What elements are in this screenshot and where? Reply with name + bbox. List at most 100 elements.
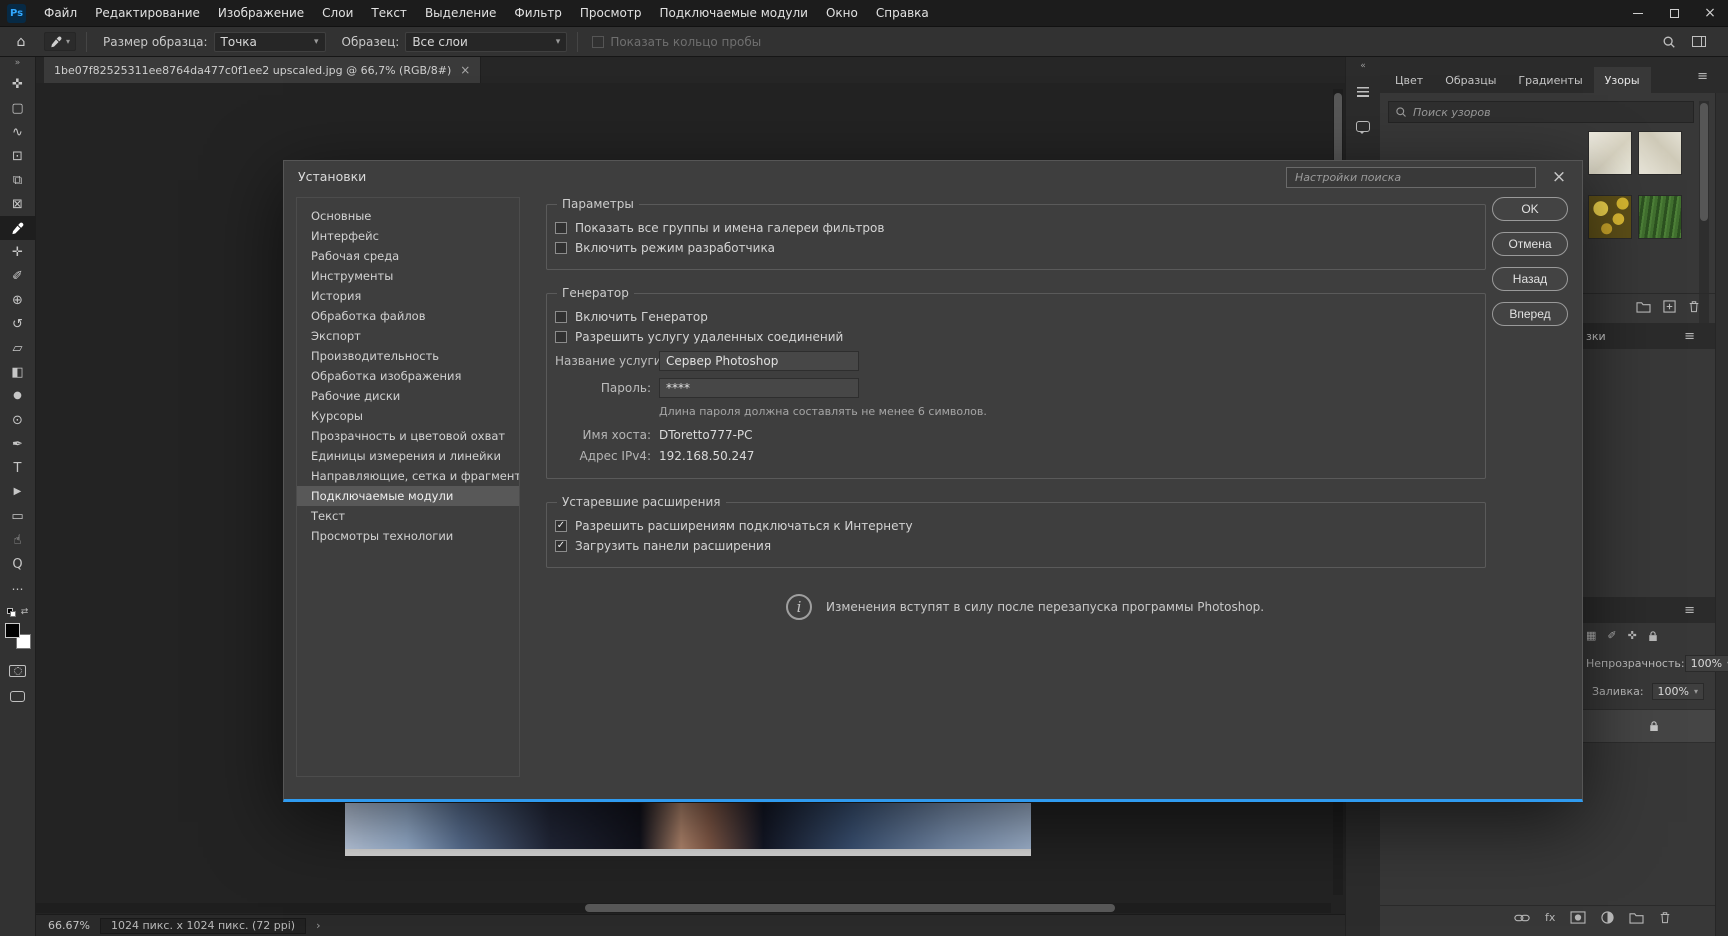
layer-mask-icon[interactable] [1570, 911, 1586, 924]
search-icon[interactable] [1662, 35, 1676, 49]
pref-item-technology-previews[interactable]: Просмотры технологии [297, 526, 519, 546]
minimize-button[interactable] [1620, 0, 1656, 27]
tab-patterns[interactable]: Узоры [1593, 67, 1651, 93]
brush-tool[interactable]: ✐ [0, 264, 36, 288]
clone-stamp-tool[interactable]: ⊕ [0, 288, 36, 312]
canvas-image-bottom[interactable] [345, 849, 1031, 856]
color-swatches[interactable] [4, 623, 31, 649]
crop-tool[interactable]: ⧉ [0, 168, 36, 192]
load-extension-panels-checkbox[interactable]: ✓ [555, 540, 567, 552]
developer-mode-checkbox[interactable] [555, 242, 567, 254]
enable-remote-connections-checkbox[interactable] [555, 331, 567, 343]
zoom-level[interactable]: 66.67% [48, 919, 90, 932]
pref-item-history[interactable]: История [297, 286, 519, 306]
menu-window[interactable]: Окно [817, 0, 867, 27]
panel-menu-icon[interactable]: ≡ [1697, 69, 1708, 84]
quick-mask-icon[interactable] [9, 665, 26, 677]
comments-panel-button[interactable] [1350, 113, 1376, 139]
sample-layers-dropdown[interactable]: Все слои ▾ [405, 31, 568, 52]
ok-button[interactable]: OK [1492, 197, 1568, 221]
lasso-tool[interactable]: ∿ [0, 120, 36, 144]
canvas-image[interactable] [345, 803, 1031, 849]
pref-item-workspace[interactable]: Рабочая среда [297, 246, 519, 266]
document-tab[interactable]: 1be07f82525311ee8764da477c0f1ee2 upscale… [44, 57, 482, 83]
fill-value-dropdown[interactable]: 100% ▾ [1651, 683, 1704, 700]
opacity-value-dropdown[interactable]: 100% ▾ [1684, 655, 1728, 672]
pref-item-type[interactable]: Текст [297, 506, 519, 526]
pref-item-cursors[interactable]: Курсоры [297, 406, 519, 426]
menu-help[interactable]: Справка [867, 0, 938, 27]
new-pattern-icon[interactable] [1663, 300, 1676, 313]
lock-move-icon[interactable]: ✜ [1628, 629, 1637, 642]
maximize-button[interactable] [1656, 0, 1692, 27]
layer-effects-icon[interactable]: fx [1545, 911, 1555, 924]
pen-tool[interactable]: ✒ [0, 432, 36, 456]
menu-plugins[interactable]: Подключаемые модули [650, 0, 817, 27]
menu-image[interactable]: Изображение [209, 0, 313, 27]
pref-item-general[interactable]: Основные [297, 206, 519, 226]
marquee-tool[interactable]: ▢ [0, 96, 36, 120]
patterns-scrollbar-thumb[interactable] [1700, 103, 1708, 221]
close-tab-icon[interactable]: × [460, 63, 470, 77]
menu-file[interactable]: Файл [35, 0, 86, 27]
lock-all-icon[interactable] [1648, 630, 1658, 642]
preferences-search-input[interactable] [1286, 167, 1536, 188]
close-window-button[interactable]: × [1692, 0, 1728, 27]
new-group-icon[interactable] [1629, 911, 1644, 924]
menu-layers[interactable]: Слои [313, 0, 362, 27]
path-selection-tool[interactable]: ▶ [0, 480, 36, 504]
pref-item-scratch-disks[interactable]: Рабочие диски [297, 386, 519, 406]
new-group-folder-icon[interactable] [1636, 300, 1651, 313]
properties-panel-button[interactable] [1350, 79, 1376, 105]
horizontal-scrollbar-thumb[interactable] [585, 904, 1115, 912]
menu-view[interactable]: Просмотр [571, 0, 651, 27]
service-name-input[interactable] [659, 351, 859, 371]
pattern-thumbnail-grass[interactable] [1638, 195, 1682, 239]
allow-extensions-internet-checkbox[interactable]: ✓ [555, 520, 567, 532]
edit-toolbar-button[interactable]: … [0, 576, 36, 596]
pref-item-file-handling[interactable]: Обработка файлов [297, 306, 519, 326]
password-input[interactable] [659, 378, 859, 398]
show-filter-gallery-checkbox[interactable] [555, 222, 567, 234]
panel-tab-fragment[interactable]: зки [1586, 330, 1606, 343]
menu-select[interactable]: Выделение [416, 0, 505, 27]
patterns-search[interactable] [1388, 101, 1694, 123]
menu-type[interactable]: Текст [362, 0, 416, 27]
pref-item-tools[interactable]: Инструменты [297, 266, 519, 286]
history-brush-tool[interactable]: ↺ [0, 312, 36, 336]
eyedropper-tool[interactable] [0, 216, 36, 240]
cancel-button[interactable]: Отмена [1492, 232, 1568, 256]
frame-tool[interactable]: ⊠ [0, 192, 36, 216]
adjustment-layer-icon[interactable] [1601, 911, 1615, 924]
pref-item-transparency-gamut[interactable]: Прозрачность и цветовой охват [297, 426, 519, 446]
enable-generator-checkbox[interactable] [555, 311, 567, 323]
show-sampling-ring-checkbox[interactable]: Показать кольцо пробы [592, 35, 761, 49]
default-colors-icon[interactable] [6, 607, 16, 617]
panel-scroll-gutter[interactable] [1715, 57, 1728, 936]
patterns-scrollbar[interactable] [1699, 101, 1709, 329]
swap-colors-icon[interactable]: ⇄ [21, 607, 29, 617]
tab-gradients[interactable]: Градиенты [1507, 67, 1593, 93]
pref-item-image-processing[interactable]: Обработка изображения [297, 366, 519, 386]
blur-tool[interactable]: ● [0, 384, 36, 408]
home-icon[interactable]: ⌂ [8, 34, 34, 50]
menu-edit[interactable]: Редактирование [86, 0, 209, 27]
status-caret-icon[interactable]: › [316, 919, 320, 932]
sample-size-dropdown[interactable]: Точка ▾ [213, 31, 326, 52]
active-tool-badge[interactable]: ▾ [44, 32, 77, 51]
menu-filter[interactable]: Фильтр [505, 0, 570, 27]
lock-transparency-icon[interactable]: ▦ [1586, 629, 1596, 642]
delete-trash-icon[interactable] [1688, 300, 1700, 313]
pattern-thumbnail-flowers[interactable] [1588, 195, 1632, 239]
healing-brush-tool[interactable]: ✛ [0, 240, 36, 264]
panel-menu-icon[interactable]: ≡ [1684, 329, 1695, 344]
tab-color[interactable]: Цвет [1384, 67, 1434, 93]
collapse-toolbar-icon[interactable]: » [0, 57, 35, 70]
pref-item-units-rulers[interactable]: Единицы измерения и линейки [297, 446, 519, 466]
pref-item-plugins[interactable]: Подключаемые модули [297, 486, 519, 506]
gradient-tool[interactable]: ◧ [0, 360, 36, 384]
pref-item-performance[interactable]: Производительность [297, 346, 519, 366]
link-layers-icon[interactable] [1514, 913, 1530, 923]
zoom-tool[interactable]: Q [0, 552, 36, 576]
pref-item-export[interactable]: Экспорт [297, 326, 519, 346]
